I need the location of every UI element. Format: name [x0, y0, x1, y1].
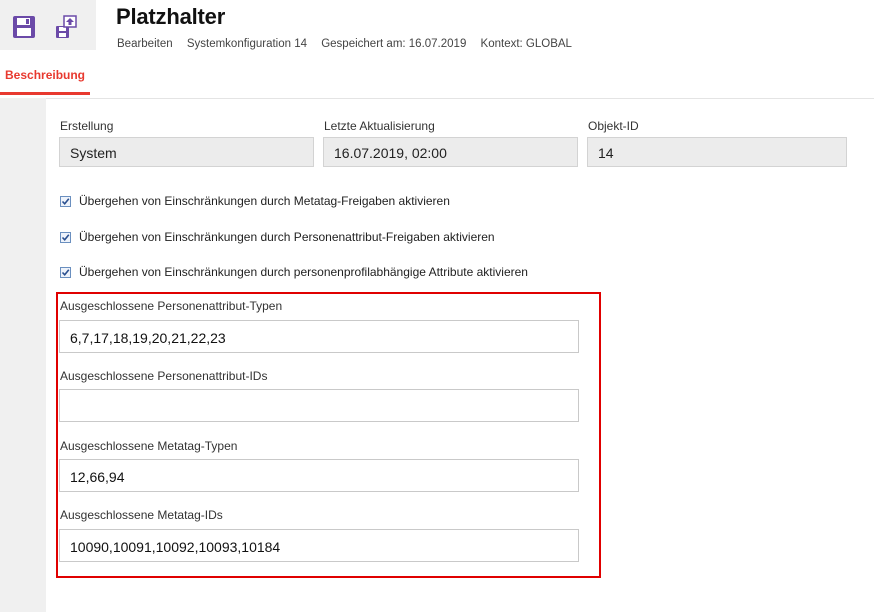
excluded-person-attribute-ids-input[interactable] [59, 389, 579, 422]
meta-context: Kontext: GLOBAL [480, 38, 572, 50]
checkbox-metatag-override[interactable]: Übergehen von Einschränkungen durch Meta… [60, 194, 450, 208]
checkbox-personattribute-override[interactable]: Übergehen von Einschränkungen durch Pers… [60, 230, 495, 244]
export-upload-icon [56, 15, 77, 38]
meta-mode: Bearbeiten [117, 38, 173, 50]
checkmark-icon [61, 198, 70, 206]
checkbox-label: Übergehen von Einschränkungen durch pers… [79, 265, 528, 279]
toolbar [0, 0, 96, 50]
page-title: Platzhalter [116, 4, 226, 29]
meta-object: Systemkonfiguration 14 [186, 38, 308, 50]
checkbox[interactable] [60, 196, 71, 207]
checkmark-icon [61, 234, 70, 242]
objid-value: 14 [587, 137, 847, 167]
save-button[interactable] [11, 14, 37, 40]
checkmark-icon [61, 269, 70, 277]
tab-beschreibung[interactable]: Beschreibung [0, 57, 90, 95]
updated-label: Letzte Aktualisierung [324, 119, 435, 133]
checkbox-profile-attribute-override[interactable]: Übergehen von Einschränkungen durch pers… [60, 265, 528, 279]
updated-value: 16.07.2019, 02:00 [323, 137, 578, 167]
checkbox[interactable] [60, 232, 71, 243]
export-button[interactable] [53, 14, 79, 40]
excluded-person-attribute-types-label: Ausgeschlossene Personenattribut-Typen [60, 299, 283, 313]
checkbox[interactable] [60, 267, 71, 278]
excluded-person-attribute-types-input[interactable]: 6,7,17,18,19,20,21,22,23 [59, 320, 579, 353]
excluded-metatag-ids-label: Ausgeschlossene Metatag-IDs [60, 508, 223, 522]
meta-saved: Gespeichert am: 16.07.2019 [321, 38, 467, 50]
excluded-person-attribute-ids-label: Ausgeschlossene Personenattribut-IDs [60, 369, 268, 383]
header-meta: Bearbeiten Systemkonfiguration 14 Gespei… [117, 38, 583, 50]
creation-label: Erstellung [60, 119, 114, 133]
excluded-metatag-types-input[interactable]: 12,66,94 [59, 459, 579, 492]
excluded-metatag-ids-input[interactable]: 10090,10091,10092,10093,10184 [59, 529, 579, 562]
floppy-disk-icon [13, 16, 35, 38]
tab-bar: Beschreibung [0, 57, 874, 99]
excluded-metatag-types-label: Ausgeschlossene Metatag-Typen [60, 439, 238, 453]
objid-label: Objekt-ID [588, 119, 639, 133]
checkbox-label: Übergehen von Einschränkungen durch Meta… [79, 194, 450, 208]
left-gutter [0, 98, 46, 612]
checkbox-label: Übergehen von Einschränkungen durch Pers… [79, 230, 495, 244]
creation-value: System [59, 137, 314, 167]
